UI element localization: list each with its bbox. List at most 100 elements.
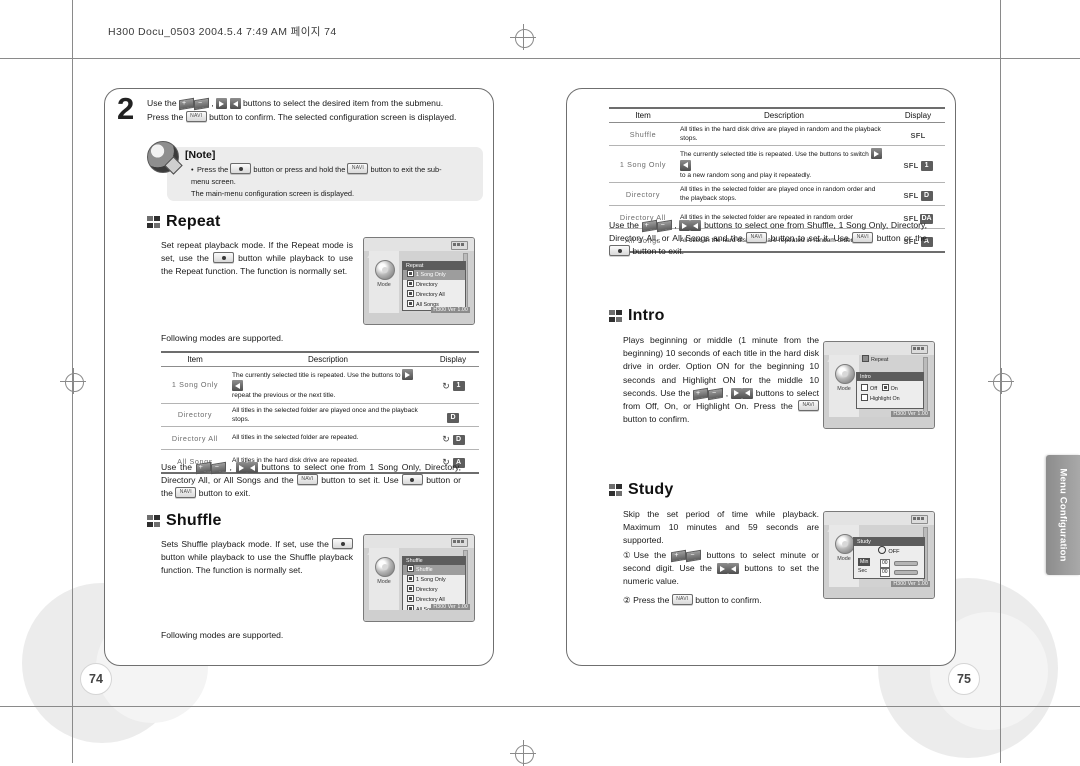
page-number-left: 74: [80, 663, 112, 695]
shuffle-popup-item: Directory: [403, 585, 465, 595]
prev-track-icon: [232, 380, 243, 392]
shuffle-symbol: SFL: [903, 161, 919, 171]
mode-label: Mode: [377, 579, 391, 585]
section-heading-study: Study: [609, 481, 673, 499]
study-second-slider[interactable]: Sec 00: [858, 567, 920, 577]
table-row: 1 Song Only The currently selected title…: [609, 145, 945, 184]
study-step2-num: ②: [623, 595, 631, 605]
navi-key-icon: NAVI: [185, 110, 207, 122]
col-head-description: Description: [677, 107, 891, 123]
device-screen: Mode Repeat Intro Off On Highlight On: [829, 355, 930, 417]
firmware-version: H300 Ver 1.00: [431, 604, 470, 610]
note-icon: [147, 141, 179, 173]
section-bullet-icon: [609, 309, 622, 323]
page-number-right: 75: [948, 663, 980, 695]
device-mode-sidebar: Mode: [829, 355, 859, 417]
volume-buttons-icon: + −: [692, 387, 723, 401]
cell-display: SFL: [891, 121, 945, 147]
shuffle-usage-e: button or the: [876, 233, 928, 244]
battery-icon: [451, 538, 468, 547]
volume-buttons-icon: + −: [641, 219, 672, 233]
navi-key-icon: NAVI: [175, 487, 197, 499]
col-head-item: Item: [609, 107, 677, 123]
col-head-display: Display: [891, 107, 945, 123]
note-line2: menu screen.: [191, 177, 236, 186]
shuffle-popup-item: 1 Song Only: [403, 575, 465, 585]
repeat-popup: Repeat 1 Song Only Directory Directory A…: [402, 261, 466, 311]
repeat-symbol-icon: ↻: [442, 380, 450, 391]
cell-description: The currently selected title is repeated…: [229, 366, 427, 404]
section-title-intro: Intro: [628, 307, 665, 324]
device-screen: Mode Repeat 1 Song Only Directory Direct…: [369, 251, 470, 313]
record-key-icon: [609, 245, 630, 257]
cell-item: Directory: [609, 182, 677, 207]
device-screen: Mode Study OFF Min 00 Sec 00: [829, 525, 930, 587]
device-menu-item: Repeat: [859, 355, 930, 364]
minute-track[interactable]: [894, 560, 918, 566]
side-tab-menu-configuration: Menu Configuration: [1046, 455, 1080, 575]
section-title-repeat: Repeat: [166, 213, 221, 230]
prev-track-icon: [728, 563, 740, 575]
study-off-row: OFF: [854, 546, 924, 557]
crop-mark-top: [0, 58, 1080, 59]
step-number: 2: [117, 91, 135, 126]
device-screen: Mode Shuffle Shuffle 1 Song Only Directo…: [369, 548, 470, 616]
repeat-popup-item: 1 Song Only: [403, 270, 465, 280]
section-title-shuffle: Shuffle: [166, 512, 222, 529]
mode-dial-icon: [375, 260, 395, 280]
shuffle-symbol: SFL: [903, 191, 919, 201]
record-key-icon: [332, 538, 353, 549]
device-footer: [364, 610, 474, 621]
cell-display: SFL 1: [891, 145, 945, 184]
next-track-icon: [717, 563, 729, 575]
second-label: Sec: [858, 568, 867, 574]
cell-description: All titles in the hard disk drive are pl…: [677, 121, 891, 147]
study-desc-a: Skip the set period of time while playba…: [623, 509, 819, 546]
prev-track-icon: [690, 220, 702, 231]
clock-icon: [878, 546, 887, 554]
battery-icon: [911, 515, 928, 524]
navi-key-icon: NAVI: [671, 594, 693, 605]
cell-description: All titles in the selected folder are pl…: [229, 402, 427, 428]
battery-icon: [451, 241, 468, 250]
repeat-popup-item: Directory All: [403, 290, 465, 300]
volume-buttons-icon: + −: [195, 461, 226, 475]
second-value: 00: [880, 567, 890, 577]
navi-key-icon: NAVI: [798, 400, 820, 412]
intro-popup-title: Intro: [857, 373, 923, 381]
note-title: [Note]: [185, 149, 216, 161]
study-step1-num: ①: [623, 550, 634, 560]
shuffle-usage-a: Use the: [609, 220, 639, 230]
mode-dial-icon: [835, 534, 855, 554]
table-header-row: Item Description Display: [161, 351, 479, 367]
cell-display: D: [427, 402, 479, 428]
device-footer: [364, 313, 474, 324]
study-minute-slider[interactable]: Min 00: [858, 558, 920, 568]
device-mode-sidebar: Mode: [369, 548, 399, 610]
shuffle-following-modes: Following modes are supported.: [161, 630, 284, 640]
second-track[interactable]: [894, 569, 918, 575]
intro-option-row: Off On: [857, 381, 923, 394]
table-row: 1 Song Only The currently selected title…: [161, 366, 479, 404]
col-head-item: Item: [161, 351, 229, 367]
minute-label: Min: [858, 558, 871, 566]
device-screenshot-repeat: Mode Repeat 1 Song Only Directory Direct…: [363, 237, 475, 325]
note-line1-a: Press the: [197, 165, 229, 174]
navi-key-icon: NAVI: [347, 163, 369, 174]
mode-dial-icon: [375, 557, 395, 577]
firmware-version: H300 Ver 1.00: [891, 411, 930, 417]
repeat-usage-b: ,: [229, 462, 232, 472]
shuffle-usage-b: ,: [674, 220, 677, 230]
table-row: Directory All titles in the selected fol…: [609, 182, 945, 207]
cell-item: 1 Song Only: [609, 145, 677, 184]
cell-item: Directory: [161, 402, 229, 428]
cell-item: 1 Song Only: [161, 366, 229, 404]
mode-label: Mode: [377, 282, 391, 288]
prev-track-icon: [741, 387, 753, 399]
display-badge: D: [447, 412, 459, 423]
section-title-study: Study: [628, 481, 674, 498]
note-line1-b: button or press and hold the: [253, 165, 346, 174]
study-step1-a: Use the: [633, 550, 667, 560]
device-footer: [824, 417, 934, 428]
step-line1-c: buttons to select the desired item from …: [242, 98, 444, 108]
